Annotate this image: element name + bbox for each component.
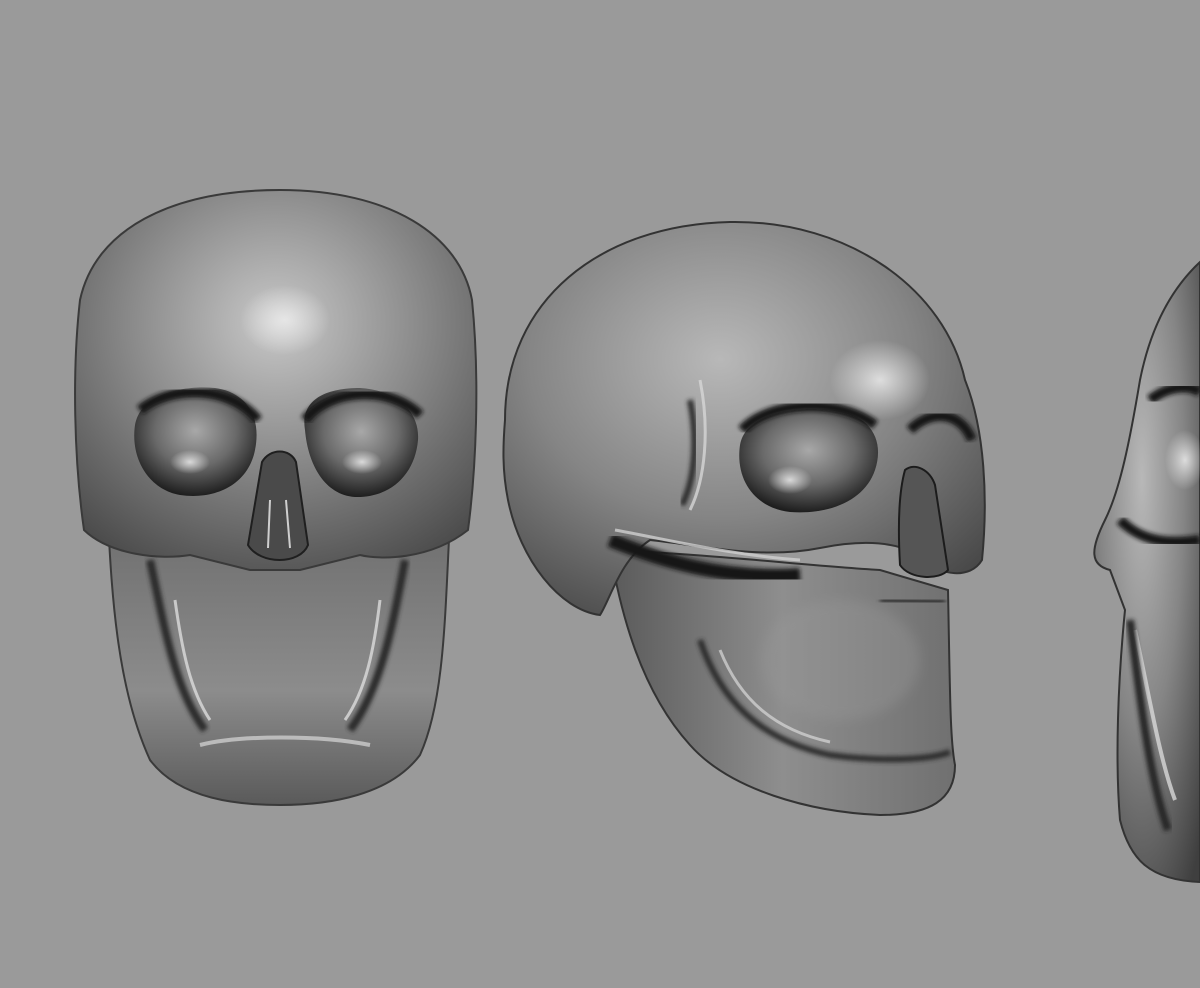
viewport-canvas[interactable] (0, 0, 1200, 988)
skull-side-cranium (1093, 260, 1200, 884)
skull-three-quarter-view[interactable] (502, 220, 986, 817)
sculpt-viewport[interactable] (0, 0, 1200, 988)
skull-side-view[interactable] (1093, 260, 1200, 884)
skull-front-view[interactable] (74, 188, 478, 807)
